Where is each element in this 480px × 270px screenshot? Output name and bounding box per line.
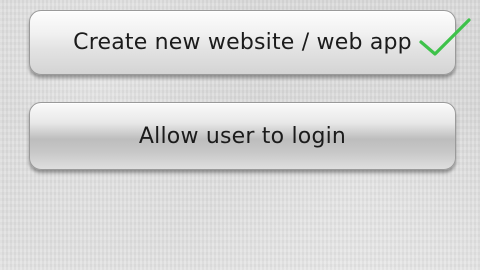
create-website-label: Create new website / web app bbox=[73, 30, 412, 55]
allow-login-button[interactable]: Allow user to login bbox=[29, 102, 456, 170]
allow-login-label: Allow user to login bbox=[138, 123, 347, 149]
checkmark-icon bbox=[419, 18, 471, 56]
create-website-button[interactable]: Create new website / web app bbox=[29, 10, 456, 75]
